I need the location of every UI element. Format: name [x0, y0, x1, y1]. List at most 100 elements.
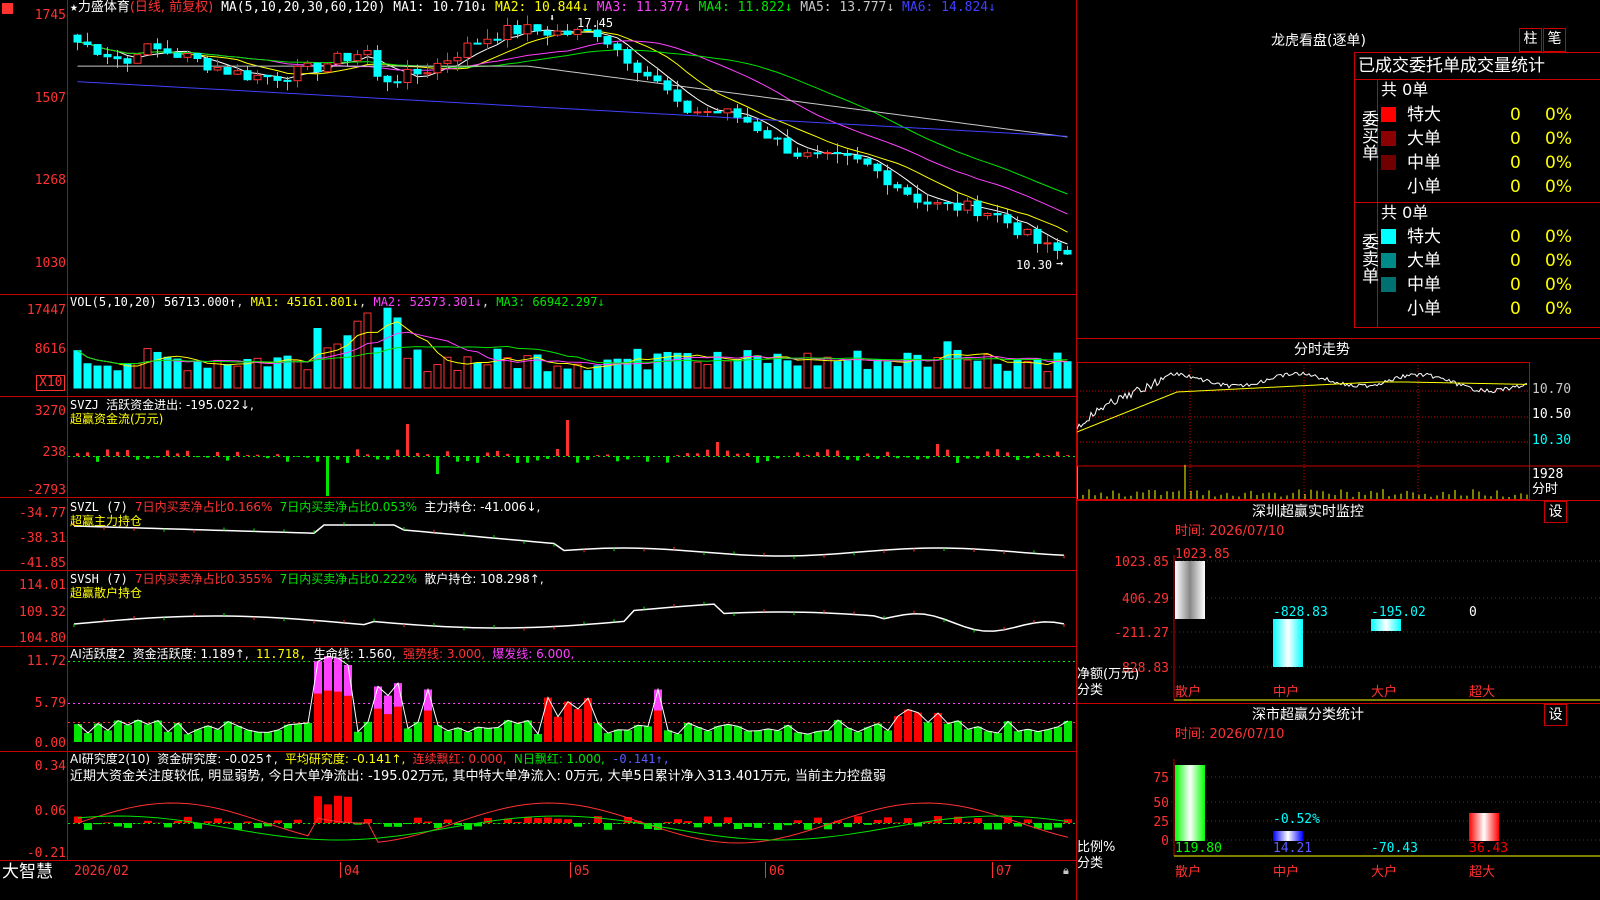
candle-body [313, 62, 322, 73]
sz-monitor-chart: 1023.85406.29-211.27-828.831023.85散户-828… [1114, 547, 1600, 701]
volume-bar [693, 361, 702, 389]
szc-yaxis-label: 50 [1153, 796, 1169, 811]
ai2-bar [984, 823, 992, 830]
svzj-bar [186, 450, 189, 456]
candle-body [293, 65, 302, 82]
candle-body [963, 200, 972, 211]
svzj-bar [906, 456, 909, 458]
ai1-bar [124, 724, 132, 742]
candle-body [643, 71, 652, 77]
volume-bar [483, 364, 492, 389]
svzj-bar [606, 454, 609, 456]
lhb-cell-name: 特大 [1407, 227, 1441, 247]
svzj-bar [566, 420, 569, 456]
candle-body [1053, 242, 1062, 251]
lhb-bar-button[interactable]: 柱 [1519, 28, 1542, 52]
ma-line [77, 29, 1068, 245]
ai1-bar [284, 724, 292, 742]
sz-monitor-time: 时间: 2026/07/10 [1175, 524, 1285, 539]
svzj-yaxis-3: -2793 [26, 483, 66, 498]
time-label-2: 05 [574, 864, 590, 879]
svsh-line [73, 601, 1065, 633]
candle-body [303, 62, 312, 67]
volume-bar [493, 348, 502, 389]
candle-body [813, 152, 822, 155]
ai1-bar [724, 724, 732, 742]
volume-bar [953, 349, 962, 389]
candle-body [423, 72, 432, 75]
ai1-bar [994, 732, 1002, 742]
lhb-buy-total: 共 0单 [1381, 80, 1429, 99]
ma-line [77, 81, 1068, 137]
szm-category-label: 中户 [1273, 684, 1299, 700]
main-yaxis-1: 1745 [34, 8, 66, 23]
volume-bar [413, 349, 422, 389]
svzj-bar [816, 452, 819, 456]
szc-bar [1273, 831, 1303, 841]
volume-bar [103, 365, 112, 389]
lhb-cell-pct: 0% [1545, 275, 1572, 295]
svzj-header: SVZJ 活跃资金进出: -195.022↓, [70, 398, 254, 412]
candle-body [83, 41, 92, 46]
ai1-bar [244, 730, 252, 742]
szm-category-label: 超大 [1469, 685, 1495, 700]
volume-bar [423, 371, 432, 389]
candle-body [133, 54, 142, 64]
volume-bar [73, 350, 82, 389]
candle-body [703, 111, 712, 114]
candle-body [1013, 222, 1022, 236]
ai1-bar [604, 733, 612, 742]
ai1-bar [564, 701, 572, 742]
szm-bar [1175, 561, 1205, 619]
intraday-chart[interactable] [1077, 362, 1600, 500]
candle-body [673, 89, 682, 102]
ai2-bar [274, 820, 282, 823]
ai2-bar [614, 823, 622, 824]
svzj-bar [156, 456, 159, 458]
ai2-bar [84, 823, 92, 830]
ai2-bar [104, 822, 112, 823]
volume-bar [223, 364, 232, 389]
ai2-bar [334, 795, 342, 823]
szc-extra-label: -0.52% [1273, 812, 1320, 827]
volume-bar [543, 371, 552, 389]
candle-body [783, 137, 792, 154]
lhb-cell-count: 0 [1510, 275, 1521, 295]
sz-monitor-settings-button[interactable]: 设 [1544, 501, 1567, 523]
szm-yaxis-label: 1023.85 [1114, 555, 1169, 570]
volume-bar [383, 307, 392, 389]
ma-line [77, 65, 1068, 138]
szc-value-label: 119.80 [1175, 841, 1222, 856]
ai1-bar [294, 723, 302, 742]
svzj-bar [616, 456, 619, 462]
svzj-bar [676, 455, 679, 456]
volume-bar [303, 369, 312, 389]
svzj-bar [326, 456, 329, 496]
ai1-bar [494, 727, 502, 742]
candle-body [193, 52, 202, 60]
ai2-bar [664, 821, 672, 823]
high-arrow-icon: ⬇ [549, 13, 556, 24]
lhb-buy-side: 委买单 [1355, 80, 1378, 202]
fenshi-yaxis-2: 10.50 [1532, 407, 1572, 422]
sz-class-settings-button[interactable]: 设 [1544, 704, 1567, 726]
svzj-bar [866, 453, 869, 456]
lhb-tick-button[interactable]: 笔 [1543, 28, 1566, 52]
ai1-bar [454, 727, 462, 742]
svzj-bar [1006, 452, 1009, 456]
volume-bar [753, 355, 762, 389]
svzj-bar [406, 424, 409, 456]
candle-body [503, 25, 512, 41]
ai2-bar [94, 823, 102, 825]
ai1-bar [644, 726, 652, 742]
ai2-bar [114, 823, 122, 827]
candle-body [403, 68, 412, 84]
time-label-0: 2026/02 [74, 864, 129, 879]
ai2-bar [894, 822, 902, 823]
szm-value-label: -828.83 [1273, 605, 1328, 620]
candle-body [523, 24, 532, 35]
volume-bar [853, 350, 862, 389]
ai1-bar [1044, 729, 1052, 742]
volume-bar [203, 367, 212, 389]
lock-icon[interactable]: 🔒︎ [1063, 864, 1069, 878]
